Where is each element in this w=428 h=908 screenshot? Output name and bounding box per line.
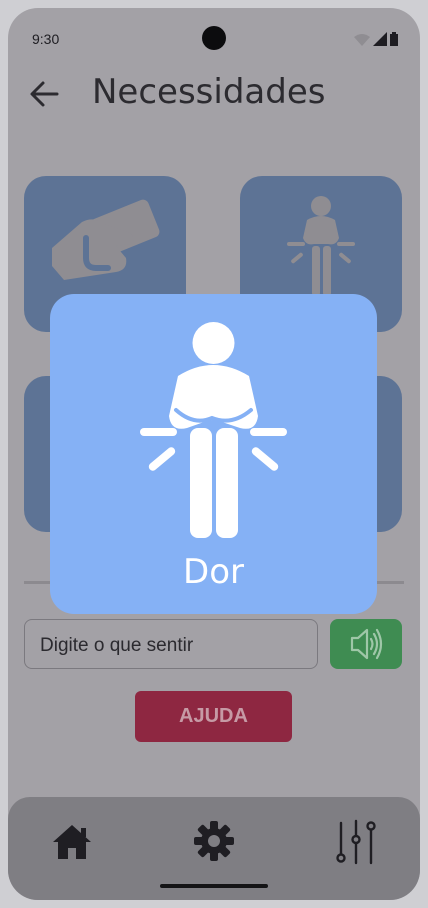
speak-button[interactable] [330,619,402,669]
home-indicator [160,884,268,888]
feeling-input[interactable]: Digite o que sentir [24,619,318,669]
gear-icon[interactable] [190,817,238,865]
camera-cutout [202,26,226,50]
help-button[interactable]: AJUDA [135,691,292,742]
pain-person-icon [140,322,287,538]
wifi-icon [354,34,370,46]
app-bar: Necessidades [8,64,420,128]
page-title: Necessidades [92,72,326,112]
selected-card-modal[interactable]: Dor [50,294,377,614]
home-icon[interactable] [48,817,96,865]
speaker-icon [350,628,383,660]
feeling-input-placeholder: Digite o que sentir [40,635,194,656]
status-time: 9:30 [32,31,60,47]
signal-icon [373,32,387,46]
battery-icon [390,32,398,46]
system-icons [354,32,398,46]
selected-card-label: Dor [183,552,244,592]
back-arrow-icon[interactable] [28,78,60,110]
phone-frame: 9:30 Necessidades Digite o que sentir AJ… [0,0,428,908]
sliders-icon[interactable] [332,817,380,865]
status-bar: 9:30 [8,8,420,52]
